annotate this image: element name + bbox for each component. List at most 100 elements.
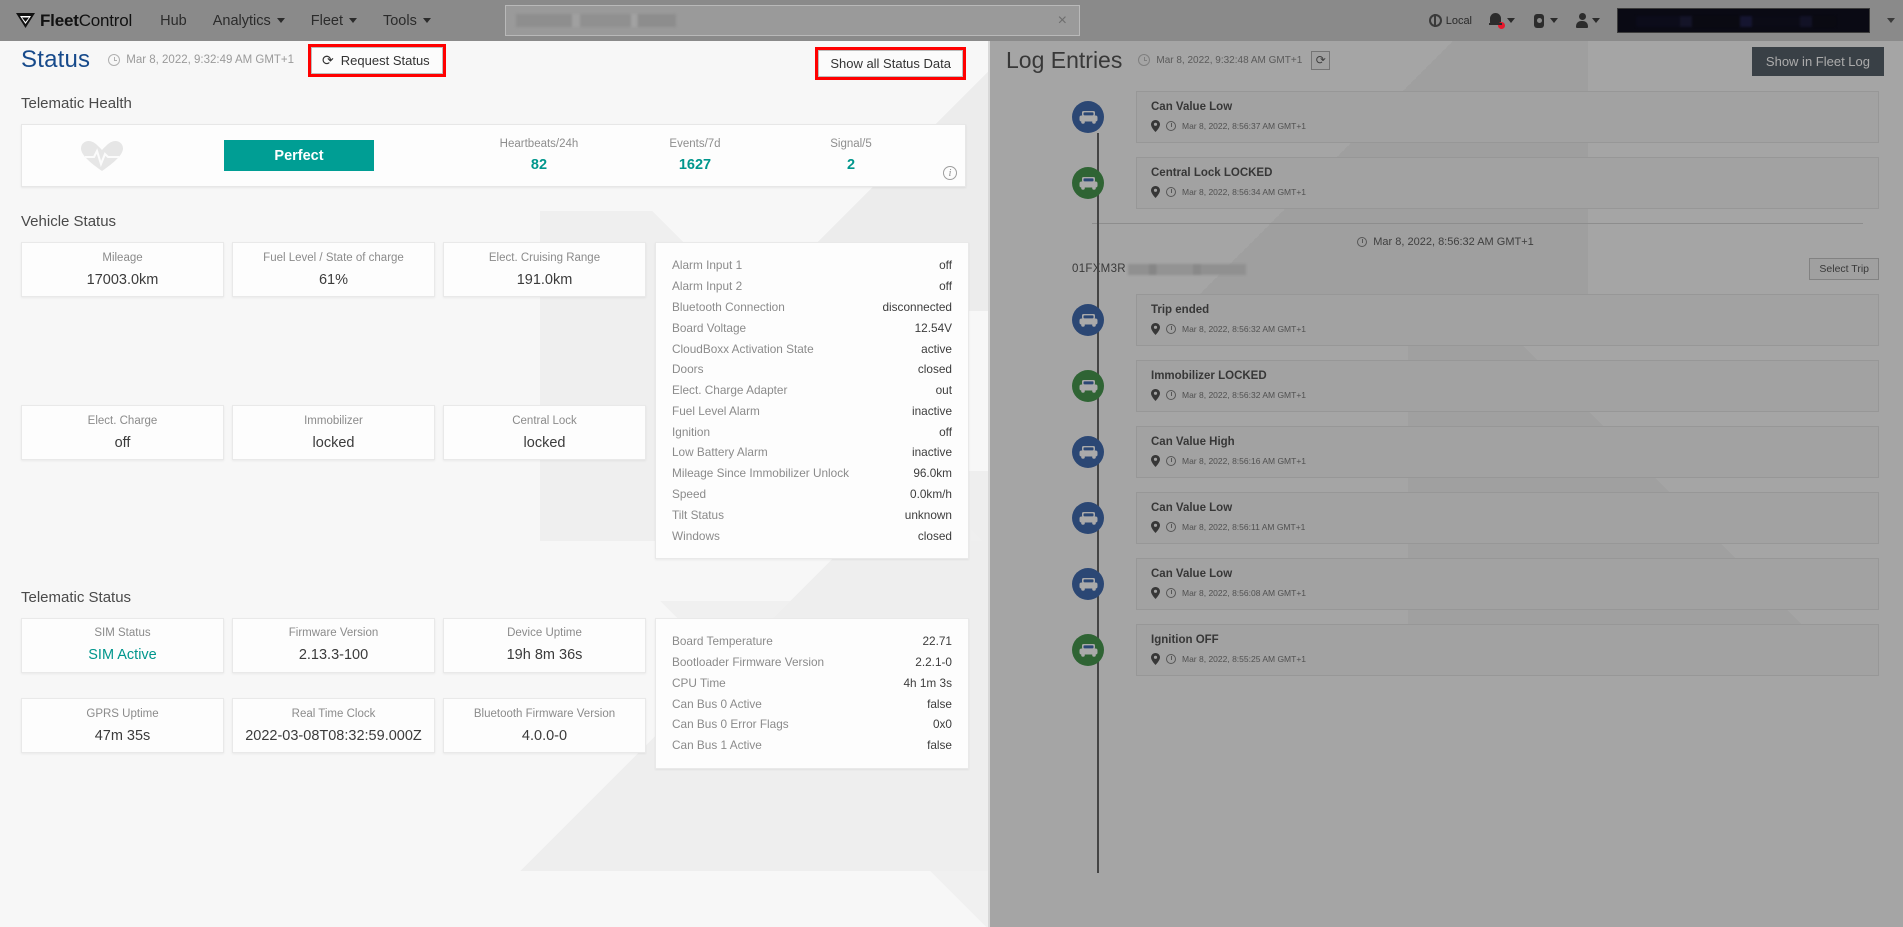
tile-value: SIM Active <box>88 647 157 664</box>
location-pin-icon <box>1151 521 1160 533</box>
tile-label: Bluetooth Firmware Version <box>473 707 616 720</box>
log-entry-row[interactable]: Ignition OFF Mar 8, 2022, 8:55:25 AM GMT+… <box>988 624 1903 676</box>
log-entry-title: Central Lock LOCKED <box>1151 167 1273 179</box>
detail-value: 0.0km/h <box>910 486 952 501</box>
settings-button[interactable] <box>1532 13 1558 28</box>
show-in-fleet-log-button[interactable]: Show in Fleet Log <box>1751 47 1884 76</box>
brand-logo-group[interactable]: FleetControl <box>16 11 132 31</box>
chevron-down-icon <box>348 18 357 23</box>
detail-key: CPU Time <box>672 675 726 690</box>
detail-value: off <box>939 258 952 273</box>
log-entry-card[interactable]: Can Value Low Mar 8, 2022, 8:56:08 AM GMT… <box>1136 558 1879 610</box>
detail-row: Windows closed <box>672 525 952 546</box>
clear-search-icon[interactable]: × <box>1058 12 1067 29</box>
request-status-button[interactable]: ⟳ Request Status <box>311 46 443 74</box>
vehicle-selector-field[interactable] <box>1617 8 1870 33</box>
tile-value: locked <box>312 434 355 451</box>
chevron-down-icon <box>1592 18 1600 23</box>
log-entries-panel: Log Entries Mar 8, 2022, 9:32:48 AM GMT+… <box>988 41 1903 927</box>
notifications-button[interactable] <box>1489 13 1515 29</box>
detail-key: Can Bus 0 Active <box>672 696 762 711</box>
detail-value: 96.0km <box>913 466 952 481</box>
log-entry-row[interactable]: Trip ended Mar 8, 2022, 8:56:32 AM GMT+1 <box>988 294 1903 346</box>
nav-item-fleet[interactable]: Fleet <box>311 13 357 29</box>
log-entry-row[interactable]: Immobilizer LOCKED Mar 8, 2022, 8:56:32 A… <box>988 360 1903 412</box>
log-entry-card[interactable]: Central Lock LOCKED Mar 8, 2022, 8:56:34 … <box>1136 157 1879 209</box>
trip-id-bar: 01FXM3R Select Trip <box>988 258 1903 280</box>
tile-value: 61% <box>318 271 349 288</box>
settings-gear-icon <box>1532 13 1546 28</box>
tile-value: 2022-03-08T08:32:59.000Z <box>245 727 422 744</box>
status-timestamp-group: Mar 8, 2022, 9:32:49 AM GMT+1 <box>108 54 294 66</box>
nav-item-analytics[interactable]: Analytics <box>213 13 285 29</box>
log-entry-time: Mar 8, 2022, 8:56:11 AM GMT+1 <box>1182 522 1306 532</box>
select-trip-button[interactable]: Select Trip <box>1809 258 1879 280</box>
nav-item-tools[interactable]: Tools <box>383 13 431 29</box>
log-entry-card[interactable]: Ignition OFF Mar 8, 2022, 8:55:25 AM GMT+… <box>1136 624 1879 676</box>
log-entry-card[interactable]: Immobilizer LOCKED Mar 8, 2022, 8:56:32 A… <box>1136 360 1879 412</box>
telematic-status-tiles: SIM Status SIM Active Firmware Version 2… <box>0 606 646 769</box>
nav-item-hub[interactable]: Hub <box>160 13 187 29</box>
show-all-status-highlight: Show all Status Data <box>815 47 966 80</box>
log-entries-trip-group: Trip ended Mar 8, 2022, 8:56:32 AM GMT+1 I… <box>988 294 1903 676</box>
request-status-label: Request Status <box>340 52 430 68</box>
vehicle-event-icon <box>1072 568 1104 600</box>
tile-label: SIM Status <box>94 627 151 640</box>
trip-header-time: Mar 8, 2022, 8:56:32 AM GMT+1 <box>1373 236 1534 248</box>
vehicle-status-block: Mileage 17003.0km Fuel Level / State of … <box>0 230 988 559</box>
vehicle-event-icon <box>1072 101 1104 133</box>
refresh-log-button[interactable]: ⟳ <box>1311 50 1331 70</box>
log-timeline: Can Value Low Mar 8, 2022, 8:56:37 AM GMT… <box>988 79 1903 873</box>
log-entry-title: Can Value Low <box>1151 101 1233 113</box>
telematic-status-title: Telematic Status <box>21 588 132 606</box>
tile-value: 2.13.3-100 <box>298 647 369 664</box>
detail-key: Bluetooth Connection <box>672 299 785 314</box>
log-entry-row[interactable]: Can Value Low Mar 8, 2022, 8:56:08 AM GMT… <box>988 558 1903 610</box>
info-icon[interactable]: i <box>943 166 957 180</box>
chevron-down-icon <box>276 18 285 23</box>
log-entry-row[interactable]: Can Value High Mar 8, 2022, 8:56:16 AM GM… <box>988 426 1903 478</box>
location-pin-icon <box>1151 587 1160 599</box>
log-entry-row[interactable]: Central Lock LOCKED Mar 8, 2022, 8:56:34 … <box>988 157 1903 209</box>
log-entry-row[interactable]: Can Value Low Mar 8, 2022, 8:56:37 AM GMT… <box>988 91 1903 143</box>
locale-switcher[interactable]: Local <box>1428 14 1472 27</box>
detail-row: Low Battery Alarm inactive <box>672 442 952 463</box>
metric-heartbeats-label: Heartbeats/24h <box>499 138 579 150</box>
detail-row: Mileage Since Immobilizer Unlock 96.0km <box>672 463 952 484</box>
metric-signal-value: 2 <box>846 157 856 173</box>
page-title: Status <box>21 46 91 73</box>
tile-bluetooth-firmware: Bluetooth Firmware Version 4.0.0-0 <box>443 698 646 754</box>
vehicle-event-icon <box>1072 502 1104 534</box>
status-main-panel: Status Mar 8, 2022, 9:32:49 AM GMT+1 ⟳ R… <box>0 41 988 927</box>
tile-mileage: Mileage 17003.0km <box>21 242 224 297</box>
detail-key: Fuel Level Alarm <box>672 403 760 418</box>
log-entry-card[interactable]: Trip ended Mar 8, 2022, 8:56:32 AM GMT+1 <box>1136 294 1879 346</box>
status-timestamp: Mar 8, 2022, 9:32:49 AM GMT+1 <box>126 54 295 66</box>
log-entry-row[interactable]: Can Value Low Mar 8, 2022, 8:56:11 AM GMT… <box>988 492 1903 544</box>
tile-value: locked <box>523 434 566 451</box>
log-entry-card[interactable]: Can Value Low Mar 8, 2022, 8:56:37 AM GMT… <box>1136 91 1879 143</box>
tile-value: 19h 8m 36s <box>506 647 583 664</box>
heartbeat-icon <box>80 138 126 174</box>
search-input-value <box>516 14 676 27</box>
log-entry-card[interactable]: Can Value Low Mar 8, 2022, 8:56:11 AM GMT… <box>1136 492 1879 544</box>
metric-events-label: Events/7d <box>669 138 721 150</box>
clock-icon <box>1166 187 1176 197</box>
health-status-badge: Perfect <box>224 140 374 171</box>
vehicle-event-icon <box>1072 370 1104 402</box>
log-entry-meta: Mar 8, 2022, 8:56:16 AM GMT+1 <box>1151 455 1866 467</box>
log-entry-card[interactable]: Can Value High Mar 8, 2022, 8:56:16 AM GM… <box>1136 426 1879 478</box>
detail-value: 4h 1m 3s <box>903 675 952 690</box>
detail-value: 22.71 <box>922 634 952 649</box>
chevron-down-icon[interactable] <box>1887 18 1895 23</box>
tile-elect-charge: Elect. Charge off <box>21 405 224 461</box>
show-all-status-data-button[interactable]: Show all Status Data <box>818 50 963 77</box>
clock-icon <box>1166 121 1176 131</box>
detail-row: Doors closed <box>672 359 952 380</box>
tile-cruising-range: Elect. Cruising Range 191.0km <box>443 242 646 297</box>
top-navbar: FleetControl Hub Analytics Fleet Tools ×… <box>0 0 1903 41</box>
global-search-field[interactable]: × <box>505 5 1080 36</box>
detail-row: Can Bus 0 Error Flags 0x0 <box>672 714 952 735</box>
user-account-button[interactable] <box>1575 13 1600 28</box>
tile-label: Central Lock <box>512 414 577 427</box>
